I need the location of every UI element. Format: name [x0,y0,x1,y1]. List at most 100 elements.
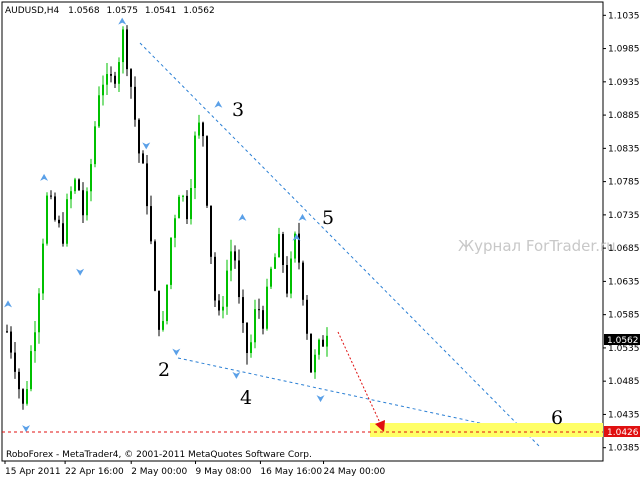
candle-body [182,195,184,197]
candle-body [286,265,288,294]
y-tick-label: 1.0835 [608,144,640,154]
chart-header: AUDUSD,H4 1.0568 1.0575 1.0541 1.0562 [5,6,215,16]
wave-label-2: 2 [158,359,170,381]
target-zone [370,423,603,437]
candle-body [250,342,252,354]
candle-body [266,286,268,329]
wave-label-6: 6 [551,407,563,429]
candle-body [174,218,176,238]
current-price-tag-text: 1.0562 [607,336,639,346]
candle-body [262,310,264,329]
y-tick-label: 1.0785 [608,178,640,188]
candle-body [150,206,152,242]
candle-body [14,352,16,372]
candle-body [78,179,80,191]
candle-body [218,300,220,311]
candle-body [74,179,76,192]
y-tick-label: 1.0685 [608,244,640,254]
candle-body [326,335,328,347]
high-value: 1.0575 [107,6,139,16]
candle-body [202,122,204,137]
candle-body [158,290,160,330]
candle-body [274,257,276,269]
candle-body [166,284,168,322]
y-tick-label: 1.0885 [608,111,640,121]
candle-body [94,126,96,165]
low-value: 1.0541 [145,6,177,16]
candle-body [66,199,68,244]
candle-body [238,260,240,298]
x-axis: 15 Apr 2011 22 Apr 16:00 2 May 00:00 9 May … [4,461,386,477]
y-tick-label: 1.1035 [608,11,640,21]
candle-body [18,371,20,390]
candle-body [106,74,108,85]
candle-body [22,389,24,404]
y-tick-label: 1.0485 [608,377,640,387]
watermark: Журнал ForTrader.ru [458,237,616,255]
candle-body [98,95,100,127]
candle-body [30,351,32,390]
candle-body [242,297,244,323]
price-chart: 2 3 4 5 6 Журнал ForTrader.ru AUDUSD,H4 … [1,1,640,477]
candle-body [114,75,116,84]
candle-body [118,62,120,84]
x-tick-label: 2 May 00:00 [131,467,187,477]
candle-body [258,309,260,311]
candle-body [282,234,284,266]
candle-body [246,322,248,354]
candle-body [62,223,64,244]
candle-body [306,299,308,334]
candle-body [26,389,28,404]
candle-body [302,262,304,300]
candle-body [130,69,132,87]
candle-body [198,122,200,136]
x-tick-label: 9 May 08:00 [196,467,252,477]
candle-body [10,331,12,353]
candle-body [46,195,48,244]
wave-label-5: 5 [322,207,334,229]
target-level-tag-text: 1.0426 [607,428,639,438]
candle-body [38,293,40,333]
candle-body [310,333,312,373]
candle-body [210,205,212,257]
candle-body [162,321,164,330]
candle-body [170,237,172,285]
plot-frame [1,1,604,462]
candle-body [42,243,44,294]
candle-body [146,163,148,207]
candle-body [254,309,256,343]
y-tick-label: 1.0735 [608,211,640,221]
candle-body [70,191,72,200]
candle-body [122,29,124,63]
candle-body [234,251,236,261]
candle-body [82,190,84,216]
y-tick-label: 1.0385 [608,444,640,454]
x-tick-label: 24 May 00:00 [324,467,386,477]
candle-body [138,119,140,154]
y-tick-label: 1.0435 [608,410,640,420]
y-tick-label: 1.0635 [608,277,640,287]
candle-body [194,135,196,189]
candle-body [270,268,272,287]
candle-body [190,188,192,220]
candle-body [222,306,224,311]
y-tick-label: 1.0585 [608,311,640,321]
wave-label-4: 4 [240,387,252,409]
candle-body [34,332,36,352]
candle-body [186,195,188,220]
x-tick-label: 16 May 16:00 [260,467,322,477]
close-value: 1.0562 [183,6,215,16]
candle-body [226,270,228,307]
candle-body [110,74,112,76]
candle-body [6,331,8,333]
y-axis: 1.1035 1.0985 1.0935 1.0885 1.0835 1.0785 1.07… [603,11,640,454]
candle-body [126,29,128,70]
y-tick-label: 1.0985 [608,45,640,55]
candle-body [134,86,136,120]
candle-body [102,84,104,96]
y-tick-label: 1.0935 [608,78,640,88]
x-tick-label: 22 Apr 16:00 [65,467,124,477]
candle-body [142,153,144,164]
candle-body [214,256,216,301]
open-value: 1.0568 [68,6,100,16]
